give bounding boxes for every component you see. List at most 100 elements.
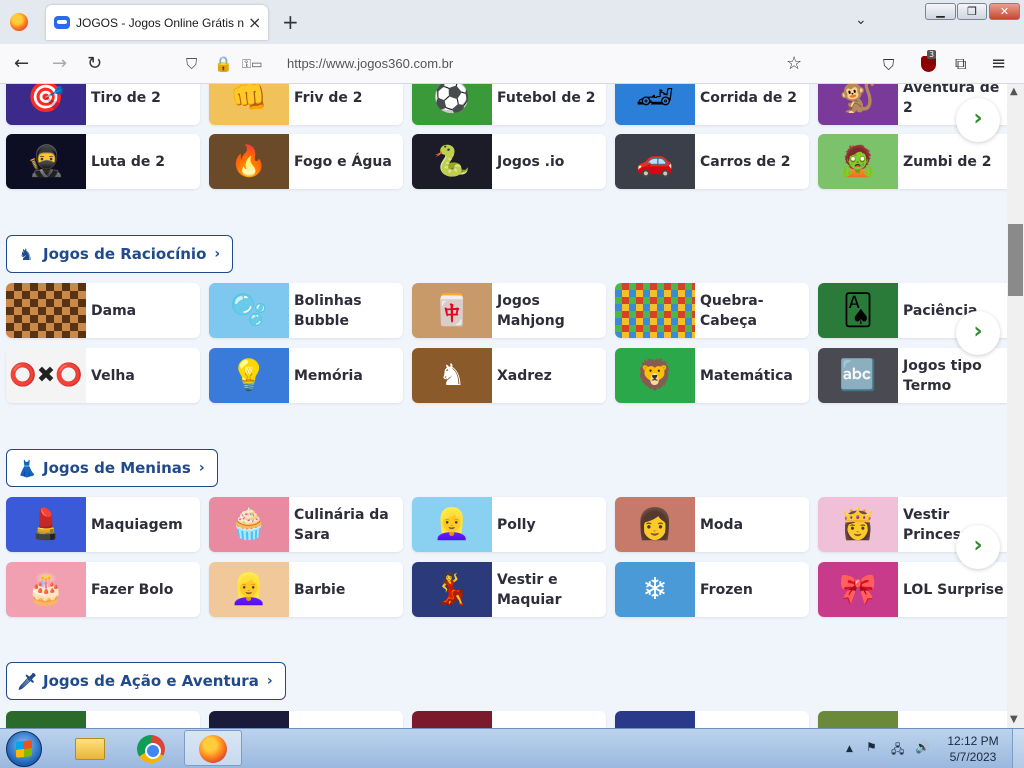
game-card[interactable]: 🏎 Corrida de 2 bbox=[615, 84, 809, 125]
game-card[interactable]: 👩 Moda bbox=[615, 497, 809, 552]
carousel-next-button[interactable]: › bbox=[956, 311, 1000, 355]
section-link-acao-aventura[interactable]: 🗡 Jogos de Ação e Aventura › bbox=[6, 662, 286, 700]
show-desktop-button[interactable] bbox=[1012, 729, 1024, 768]
forward-icon[interactable]: → bbox=[52, 54, 67, 74]
game-card[interactable]: 💃 Vestir e Maquiar bbox=[412, 562, 606, 617]
firefox-menu-icon[interactable] bbox=[10, 13, 28, 31]
game-thumbnail-icon: 🏎 bbox=[635, 84, 675, 115]
menu-icon[interactable]: ≡ bbox=[991, 54, 1006, 74]
game-thumbnail bbox=[615, 283, 695, 338]
new-tab-button[interactable]: + bbox=[282, 10, 299, 34]
chrome-icon bbox=[137, 735, 165, 763]
scroll-down-icon[interactable]: ▼ bbox=[1010, 714, 1018, 725]
game-card[interactable]: 🦁 Matemática bbox=[615, 348, 809, 403]
maximize-button[interactable]: ❐ bbox=[957, 3, 987, 20]
game-card[interactable] bbox=[209, 711, 403, 728]
network-icon[interactable]: 🖧 bbox=[891, 740, 904, 761]
game-card[interactable]: Quebra-Cabeça bbox=[615, 283, 809, 338]
game-title: Zumbi de 2 bbox=[903, 153, 992, 170]
game-card[interactable]: 🔤 Jogos tipo Termo bbox=[818, 348, 1007, 403]
game-thumbnail bbox=[6, 283, 86, 338]
tab-list-chevron-icon[interactable]: ⌄ bbox=[855, 12, 867, 28]
game-title: Jogos tipo Termo bbox=[903, 357, 982, 394]
chevron-right-icon: › bbox=[266, 673, 273, 689]
game-card[interactable] bbox=[412, 711, 606, 728]
section-title: Jogos de Ação e Aventura bbox=[43, 672, 259, 690]
game-thumbnail-icon: ♞ bbox=[438, 358, 466, 393]
game-card[interactable]: 🥷 Luta de 2 bbox=[6, 134, 200, 189]
game-title: Tiro de 2 bbox=[91, 89, 161, 106]
game-thumbnail: 🐍 bbox=[412, 134, 492, 189]
game-thumbnail-icon: 🚗 bbox=[636, 144, 674, 179]
scrollbar-thumb[interactable] bbox=[1008, 224, 1023, 296]
game-card[interactable] bbox=[6, 711, 200, 728]
game-card[interactable]: 💄 Maquiagem bbox=[6, 497, 200, 552]
game-thumbnail-icon: ⭕✖⭕ bbox=[9, 363, 83, 388]
carousel-next-button[interactable]: › bbox=[956, 98, 1000, 142]
game-card[interactable]: 🎀 LOL Surprise bbox=[818, 562, 1007, 617]
game-title: Fogo e Água bbox=[294, 153, 392, 170]
game-title: Luta de 2 bbox=[91, 153, 166, 170]
game-card[interactable]: 🐍 Jogos .io bbox=[412, 134, 606, 189]
game-thumbnail: 🫧 bbox=[209, 283, 289, 338]
game-card[interactable]: 🎂 Fazer Bolo bbox=[6, 562, 200, 617]
game-card[interactable]: 👱‍♀️ Polly bbox=[412, 497, 606, 552]
section-link-raciocinio[interactable]: ♞ Jogos de Raciocínio › bbox=[6, 235, 234, 273]
game-card[interactable]: 💡 Memória bbox=[209, 348, 403, 403]
game-title: Carros de 2 bbox=[700, 153, 791, 170]
game-title: Dama bbox=[91, 302, 137, 319]
game-card[interactable]: ⚽ Futebol de 2 bbox=[412, 84, 606, 125]
game-thumbnail: 👱‍♀️ bbox=[412, 497, 492, 552]
volume-icon[interactable]: 🔊 bbox=[915, 740, 930, 754]
game-card[interactable]: 🚗 Carros de 2 bbox=[615, 134, 809, 189]
game-thumbnail-icon: ❄ bbox=[642, 572, 668, 607]
game-card[interactable]: 🎯 Tiro de 2 bbox=[6, 84, 200, 125]
game-title: Futebol de 2 bbox=[497, 89, 596, 106]
close-tab-icon[interactable]: × bbox=[248, 13, 261, 32]
navigation-bar: ← → ↻ ⛉ 🔒 ⚿▭ https://www.jogos360.com.br… bbox=[0, 44, 1024, 84]
game-thumbnail: 🎯 bbox=[6, 84, 86, 125]
url-bar[interactable]: https://www.jogos360.com.br bbox=[287, 56, 453, 71]
game-card[interactable]: Dama bbox=[6, 283, 200, 338]
dress-icon: 👗 bbox=[17, 458, 37, 478]
pocket-icon[interactable]: ⛉ bbox=[883, 55, 894, 75]
bookmark-star-icon[interactable]: ☆ bbox=[786, 54, 802, 74]
tray-expand-icon[interactable]: ▲ bbox=[846, 744, 853, 754]
game-card[interactable]: ♞ Xadrez bbox=[412, 348, 606, 403]
game-card[interactable]: 👊 Friv de 2 bbox=[209, 84, 403, 125]
firefox-icon bbox=[199, 735, 227, 763]
shield-icon[interactable]: ⛉ bbox=[186, 55, 197, 73]
game-title: Quebra-Cabeça bbox=[700, 292, 764, 329]
scroll-up-icon[interactable]: ▲ bbox=[1010, 86, 1018, 97]
section-link-meninas[interactable]: 👗 Jogos de Meninas › bbox=[6, 449, 218, 487]
game-card[interactable]: 🀄 Jogos Mahjong bbox=[412, 283, 606, 338]
game-card[interactable]: 🧟 Zumbi de 2 bbox=[818, 134, 1007, 189]
game-card[interactable]: 🔥 Fogo e Água bbox=[209, 134, 403, 189]
page-scrollbar[interactable] bbox=[1007, 84, 1024, 728]
game-card[interactable]: 👱‍♀️ Barbie bbox=[209, 562, 403, 617]
game-card[interactable]: ⭕✖⭕ Velha bbox=[6, 348, 200, 403]
reload-icon[interactable]: ↻ bbox=[87, 54, 102, 74]
game-thumbnail: 👱‍♀️ bbox=[209, 562, 289, 617]
action-center-flag-icon[interactable]: ⚑ bbox=[866, 740, 877, 754]
game-card[interactable] bbox=[615, 711, 809, 728]
game-card[interactable]: 🧁 Culinária da Sara bbox=[209, 497, 403, 552]
game-title: Jogos .io bbox=[497, 153, 565, 170]
game-card[interactable] bbox=[818, 711, 1007, 728]
game-thumbnail: ⚽ bbox=[412, 84, 492, 125]
close-window-button[interactable]: ✕ bbox=[989, 3, 1020, 20]
minimize-button[interactable]: ▁ bbox=[925, 3, 956, 20]
browser-tab[interactable]: JOGOS - Jogos Online Grátis no × bbox=[46, 5, 268, 40]
game-title: Xadrez bbox=[497, 367, 552, 384]
lock-icon[interactable]: 🔒 bbox=[214, 55, 233, 73]
system-clock[interactable]: 12:12 PM 5/7/2023 bbox=[940, 733, 1006, 765]
permissions-icon[interactable]: ⚿▭ bbox=[242, 57, 262, 72]
back-icon[interactable]: ← bbox=[14, 54, 29, 74]
carousel-next-button[interactable]: › bbox=[956, 525, 1000, 569]
game-card[interactable]: 🫧 Bolinhas Bubble bbox=[209, 283, 403, 338]
chess-knight-icon: ♞ bbox=[18, 244, 34, 264]
game-card[interactable]: ❄ Frozen bbox=[615, 562, 809, 617]
game-thumbnail: ❄ bbox=[615, 562, 695, 617]
extensions-icon[interactable]: ⧉ bbox=[955, 54, 966, 74]
game-thumbnail-icon: ⚽ bbox=[433, 84, 471, 115]
